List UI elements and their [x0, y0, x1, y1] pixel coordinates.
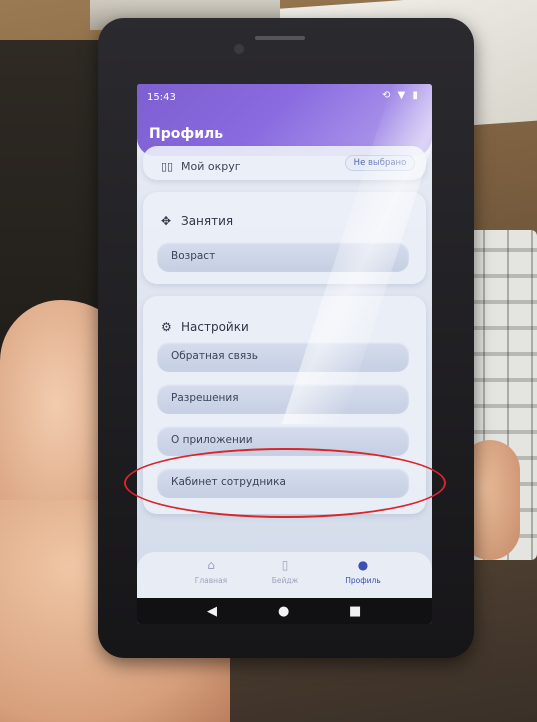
- tablet-camera: [234, 44, 244, 54]
- home-button-icon[interactable]: ●: [278, 604, 289, 619]
- nav-item-badge[interactable]: ▯ Бейдж: [255, 558, 315, 585]
- district-label: Мой округ: [181, 160, 241, 173]
- settings-title: Настройки: [181, 320, 249, 334]
- badge-icon: ▯: [281, 558, 289, 572]
- age-field[interactable]: Возраст: [157, 242, 409, 272]
- tablet-screen: 15:43 ⟲ ▼ ▮ Профиль ▯▯ Мой округ Не выбр…: [137, 84, 432, 624]
- sync-icon: ⟲: [382, 90, 393, 101]
- activities-icon: ✥: [161, 214, 172, 228]
- page-title: Профиль: [149, 126, 224, 142]
- district-value-badge[interactable]: Не выбрано: [345, 155, 415, 171]
- nav-item-label: Главная: [194, 576, 228, 585]
- recents-icon[interactable]: ■: [349, 604, 361, 619]
- nav-item-profile[interactable]: ● Профиль: [333, 558, 393, 585]
- status-time: 15:43: [147, 92, 176, 103]
- nav-item-label: Бейдж: [271, 576, 299, 585]
- back-icon[interactable]: ◀: [207, 604, 217, 619]
- map-icon: ▯▯: [161, 160, 174, 173]
- tablet-speaker: [255, 36, 305, 40]
- activities-title: Занятия: [181, 214, 234, 228]
- settings-item-label: О приложении: [171, 434, 253, 446]
- wifi-icon: ▼: [397, 90, 408, 101]
- gear-icon: ⚙: [161, 320, 172, 334]
- nav-item-label: Профиль: [345, 576, 381, 585]
- settings-item-label: Обратная связь: [171, 350, 258, 362]
- age-label: Возраст: [171, 250, 216, 262]
- nav-item-home[interactable]: ⌂ Главная: [181, 558, 241, 585]
- home-icon: ⌂: [207, 558, 215, 572]
- android-nav-bar: ◀ ● ■: [137, 598, 432, 624]
- settings-item-label: Разрешения: [171, 392, 239, 404]
- highlight-circle: [124, 448, 446, 518]
- settings-item-feedback[interactable]: Обратная связь: [157, 342, 409, 372]
- bottom-nav: ⌂ Главная ▯ Бейдж ● Профиль: [137, 552, 432, 598]
- person-icon: ●: [357, 558, 369, 572]
- battery-icon: ▮: [412, 90, 420, 101]
- settings-item-permissions[interactable]: Разрешения: [157, 384, 409, 414]
- status-icons: ⟲ ▼ ▮: [382, 90, 420, 101]
